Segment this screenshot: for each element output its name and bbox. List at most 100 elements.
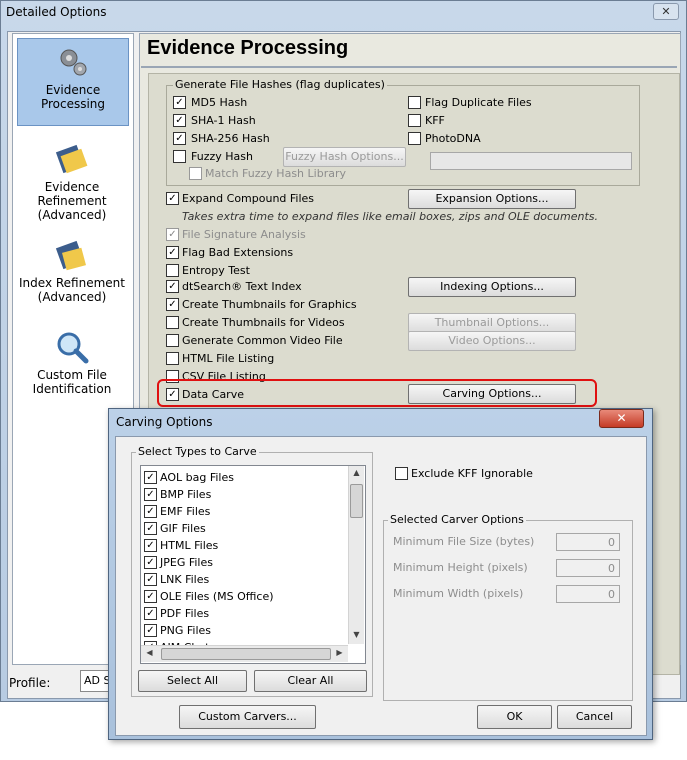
nav-item-label: Index Refinement (Advanced) [19,276,125,304]
entropy-label: Entropy Test [182,264,250,277]
selected-carver-group-label: Selected Carver Options [388,513,526,526]
custom-carvers-button[interactable]: Custom Carvers... [179,705,316,729]
flag-duplicate-checkbox[interactable] [408,96,421,109]
list-item-checkbox[interactable]: ✓ [144,607,157,620]
index-filter-icon [55,240,86,271]
window-close-button[interactable]: ✕ [653,3,679,20]
list-item-label: EMF Files [160,505,211,518]
scroll-right-icon[interactable]: ▶ [332,648,347,657]
fuzzy-hash-options-button[interactable]: Fuzzy Hash Options... [283,147,406,167]
expand-compound-label: Expand Compound Files [182,192,315,205]
list-item-checkbox[interactable]: ✓ [144,522,157,535]
list-vertical-scrollbar[interactable]: ▲ ▼ [348,466,364,644]
kff-library-field[interactable] [430,152,632,170]
dtsearch-checkbox[interactable]: ✓ [166,280,179,293]
thumbs-graphics-checkbox[interactable]: ✓ [166,298,179,311]
sha1-checkbox[interactable]: ✓ [173,114,186,127]
md5-label: MD5 Hash [191,96,248,109]
nav-item-evidence-processing[interactable]: Evidence Processing [17,38,129,126]
html-listing-label: HTML File Listing [182,352,275,365]
md5-checkbox[interactable]: ✓ [173,96,186,109]
list-item-checkbox[interactable]: ✓ [144,624,157,637]
exclude-kff-checkbox[interactable] [395,467,408,480]
dialog-close-button[interactable]: ✕ [599,409,644,428]
hashes-group-label: Generate File Hashes (flag duplicates) [173,78,387,91]
flag-bad-ext-checkbox[interactable]: ✓ [166,246,179,259]
fuzzy-hash-checkbox[interactable] [173,150,186,163]
dialog-title: Carving Options [116,415,213,429]
sha256-checkbox[interactable]: ✓ [173,132,186,145]
magnifier-icon [57,332,89,364]
list-item-label: GIF Files [160,522,206,535]
nav-item-label: Evidence Refinement (Advanced) [37,180,107,222]
filter-icon [55,144,88,174]
scroll-up-icon[interactable]: ▲ [349,468,364,477]
clear-all-button[interactable]: Clear All [254,670,367,692]
thumbs-videos-label: Create Thumbnails for Videos [182,316,345,329]
list-item-label: PNG Files [160,624,212,637]
exclude-kff-label: Exclude KFF Ignorable [411,467,533,480]
min-width-label: Minimum Width (pixels) [393,587,524,600]
nav-item-label: Custom File Identification [32,368,112,396]
min-height-field[interactable]: 0 [556,559,620,577]
horizontal-scroll-thumb[interactable] [161,648,331,660]
thumbnail-options-button[interactable]: Thumbnail Options... [408,313,576,333]
list-item-label: LNK Files [160,573,210,586]
min-size-label: Minimum File Size (bytes) [393,535,535,548]
list-item-checkbox[interactable]: ✓ [144,505,157,518]
list-item-checkbox[interactable]: ✓ [144,539,157,552]
expand-note: Takes extra time to expand files like em… [182,210,599,223]
sha1-label: SHA-1 Hash [191,114,256,127]
vertical-scroll-thumb[interactable] [350,484,363,518]
photodna-checkbox[interactable] [408,132,421,145]
list-item-checkbox[interactable]: ✓ [144,573,157,586]
page-title: Evidence Processing [147,37,349,59]
common-video-checkbox[interactable] [166,334,179,347]
video-options-button[interactable]: Video Options... [408,331,576,351]
min-height-label: Minimum Height (pixels) [393,561,528,574]
expand-compound-checkbox[interactable]: ✓ [166,192,179,205]
list-item-label: BMP Files [160,488,212,501]
match-fuzzy-checkbox[interactable] [189,167,202,180]
title-divider [141,66,677,68]
dtsearch-label: dtSearch® Text Index [182,280,302,293]
gears-icon [60,49,87,76]
min-size-field[interactable]: 0 [556,533,620,551]
min-width-field[interactable]: 0 [556,585,620,603]
list-item-label: HTML Files [160,539,219,552]
html-listing-checkbox[interactable] [166,352,179,365]
window-title: Detailed Options [6,5,107,19]
ok-button[interactable]: OK [477,705,552,729]
list-item-checkbox[interactable]: ✓ [144,556,157,569]
indexing-options-button[interactable]: Indexing Options... [408,277,576,297]
profile-label: Profile: [9,676,51,690]
cancel-button[interactable]: Cancel [557,705,632,729]
flag-duplicate-label: Flag Duplicate Files [425,96,532,109]
list-item-label: JPEG Files [160,556,213,569]
thumbs-graphics-label: Create Thumbnails for Graphics [182,298,357,311]
types-group-label: Select Types to Carve [136,445,259,458]
list-item-label: AOL bag Files [160,471,234,484]
list-item-label: OLE Files (MS Office) [160,590,274,603]
select-all-button[interactable]: Select All [138,670,247,692]
expansion-options-button[interactable]: Expansion Options... [408,189,576,209]
list-item-checkbox[interactable]: ✓ [144,471,157,484]
list-horizontal-scrollbar[interactable]: ◀ ▶ [141,645,348,662]
list-item-label: PDF Files [160,607,210,620]
photodna-label: PhotoDNA [425,132,481,145]
list-item-checkbox[interactable]: ✓ [144,590,157,603]
scroll-left-icon[interactable]: ◀ [142,648,157,657]
entropy-checkbox[interactable] [166,264,179,277]
thumbs-videos-checkbox[interactable] [166,316,179,329]
nav-item-index-refinement[interactable]: Index Refinement (Advanced) [17,232,127,304]
kff-checkbox[interactable] [408,114,421,127]
sha256-label: SHA-256 Hash [191,132,270,145]
carve-types-list[interactable]: ✓ AOL bag Files ✓ BMP Files ✓ EMF Files ✓ GI… [140,465,366,664]
list-item-checkbox[interactable]: ✓ [144,488,157,501]
nav-item-custom-file-identification[interactable]: Custom File Identification [17,324,127,400]
nav-item-evidence-refinement[interactable]: Evidence Refinement (Advanced) [17,136,127,222]
match-fuzzy-label: Match Fuzzy Hash Library [205,167,346,180]
nav-item-label: Evidence Processing [40,83,106,111]
file-signature-checkbox[interactable]: ✓ [166,228,179,241]
scroll-down-icon[interactable]: ▼ [349,630,364,639]
